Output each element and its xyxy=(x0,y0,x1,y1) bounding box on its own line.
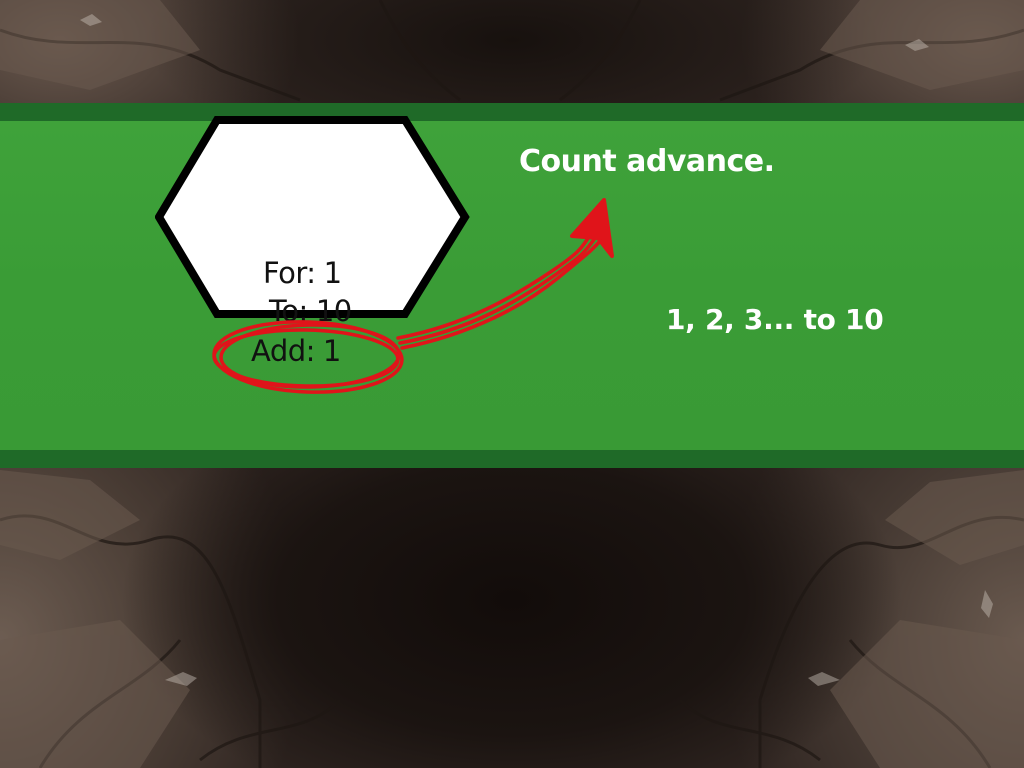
loop-for-value: 1 xyxy=(323,256,342,290)
loop-to-label: To: xyxy=(269,294,308,328)
loop-result-text: 1, 2, 3... to 10 xyxy=(666,303,884,336)
loop-to-value: 10 xyxy=(315,294,352,328)
game-scene: For: 1 To: 10 Add: 1 Count advance. 1, 2, 3… xyxy=(0,0,1024,768)
tutorial-title: Count advance. xyxy=(519,144,775,179)
tutorial-banner-inner xyxy=(0,121,1024,450)
loop-add-label: Add: xyxy=(251,334,315,368)
tutorial-banner xyxy=(0,103,1024,468)
loop-to-row: To: 10 xyxy=(269,294,352,328)
loop-add-row: Add: 1 xyxy=(251,334,341,368)
loop-for-row: For: 1 xyxy=(263,256,342,290)
loop-add-value: 1 xyxy=(322,334,341,368)
loop-for-label: For: xyxy=(263,256,316,290)
